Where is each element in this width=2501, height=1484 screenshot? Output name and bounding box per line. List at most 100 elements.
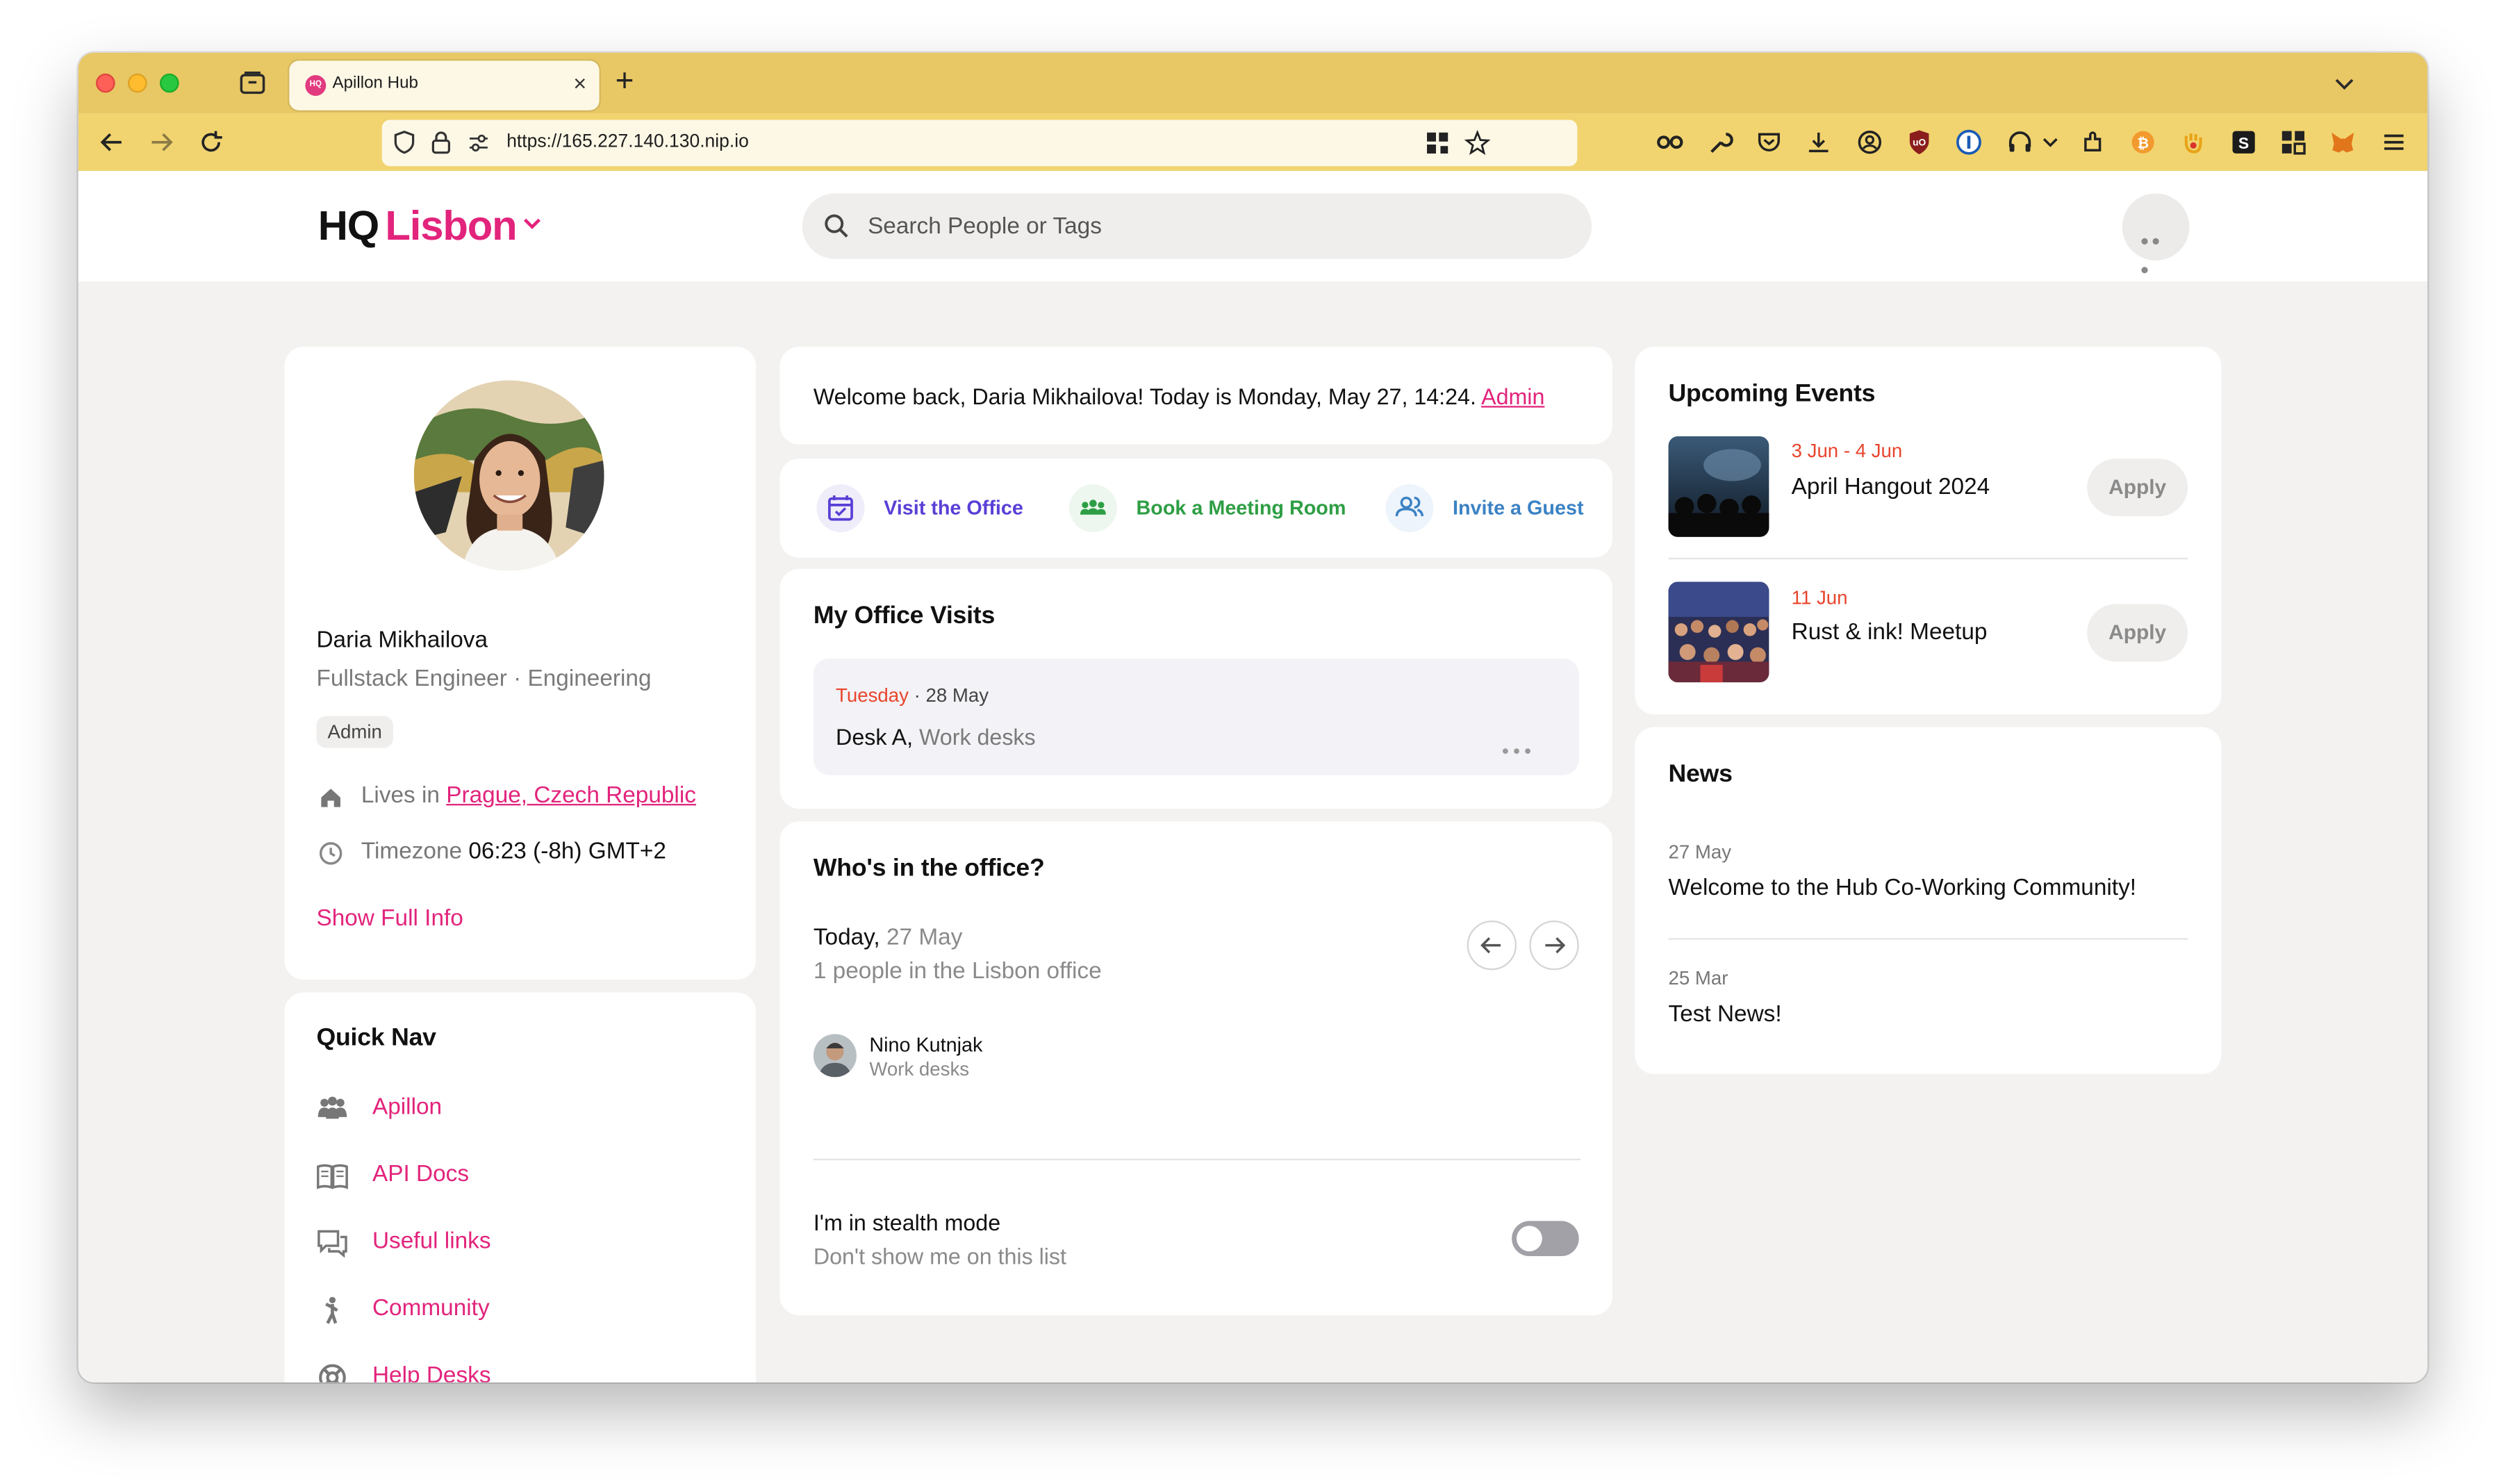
- visit-day: Tuesday: [836, 684, 909, 707]
- profile-avatar[interactable]: [413, 380, 604, 571]
- svg-text:uO: uO: [1913, 137, 1926, 147]
- metamask-fox-icon[interactable]: [2329, 128, 2357, 156]
- favicon-icon: HQ: [305, 75, 327, 97]
- headphones-icon[interactable]: [2006, 128, 2034, 156]
- event-image[interactable]: [1668, 582, 1769, 683]
- reload-icon[interactable]: [197, 128, 225, 156]
- wrench-icon[interactable]: [1705, 128, 1733, 156]
- divider: [813, 1158, 1580, 1161]
- app-header: HQ Lisbon: [78, 171, 2428, 281]
- toggle-knob: [1516, 1226, 1542, 1252]
- whos-in-date: Today, 27 May: [814, 925, 963, 951]
- lives-in: Lives in Prague, Czech Republic: [361, 783, 696, 809]
- chevron-down-icon[interactable]: [2331, 70, 2357, 96]
- chevron-down-icon[interactable]: [2040, 128, 2060, 156]
- lives-location-link[interactable]: Prague, Czech Republic: [446, 783, 696, 809]
- stealth-mode-toggle[interactable]: [1512, 1221, 1579, 1257]
- news-item-title[interactable]: Welcome to the Hub Co-Working Community!: [1669, 876, 2137, 902]
- news-item-title[interactable]: Test News!: [1669, 1002, 1782, 1028]
- account-icon[interactable]: [1856, 128, 1884, 156]
- hamburger-menu-icon[interactable]: [2379, 128, 2408, 156]
- location-switcher[interactable]: HQ Lisbon: [318, 201, 543, 251]
- today-date: 27 May: [886, 925, 963, 951]
- tab-title: Apillon Hub: [332, 73, 418, 93]
- person-entry[interactable]: Nino Kutnjak Work desks: [813, 1031, 1133, 1080]
- welcome-message: Welcome back, Daria Mikhailova! Today is…: [814, 384, 1545, 409]
- quick-nav-card: Quick Nav Apillon API Docs Useful links …: [284, 992, 757, 1383]
- stealth-mode-subtitle: Don't show me on this list: [813, 1243, 1066, 1269]
- password-manager-icon[interactable]: [1954, 128, 1983, 156]
- chat-icon: [317, 1230, 347, 1258]
- quick-actions-card: Visit the Office Book a Meeting Room Inv…: [779, 459, 1613, 558]
- apply-button[interactable]: Apply: [2087, 604, 2188, 662]
- search-input[interactable]: [868, 193, 1571, 259]
- event-date: 11 Jun: [1791, 586, 1848, 609]
- close-window-button[interactable]: [96, 73, 115, 93]
- shield-icon[interactable]: [392, 129, 418, 155]
- event-name[interactable]: Rust & ink! Meetup: [1792, 620, 1988, 646]
- apply-button[interactable]: Apply: [2087, 459, 2188, 516]
- grid-apps-icon[interactable]: [2279, 128, 2307, 156]
- role-badge: Admin: [316, 716, 393, 748]
- visit-area: Work desks: [918, 724, 1036, 750]
- ublock-icon[interactable]: uO: [1905, 128, 1933, 156]
- news-title: News: [1668, 760, 1733, 789]
- arrow-right-icon: [1545, 937, 1566, 954]
- previous-day-button[interactable]: [1467, 920, 1517, 971]
- more-dots-icon: [2141, 224, 2170, 274]
- glasses-icon[interactable]: [1656, 128, 1684, 156]
- event-name[interactable]: April Hangout 2024: [1792, 475, 1990, 500]
- profile-role: Fullstack Engineer · Engineering: [316, 666, 652, 693]
- close-tab-icon[interactable]: ×: [573, 70, 586, 96]
- office-visits-card: My Office Visits Tuesday · 28 May Desk A…: [779, 568, 1613, 809]
- maximize-window-button[interactable]: [160, 73, 179, 93]
- s-extension-icon[interactable]: S: [2229, 128, 2258, 156]
- people-count: 1 people in the Lisbon office: [813, 959, 1102, 984]
- welcome-card: Welcome back, Daria Mikhailova! Today is…: [779, 347, 1613, 445]
- new-tab-button[interactable]: +: [616, 65, 634, 97]
- next-day-button[interactable]: [1529, 920, 1579, 971]
- coin-icon[interactable]: ₿: [2129, 128, 2157, 156]
- url-text[interactable]: https://165.227.140.130.nip.io: [506, 133, 749, 152]
- hand-icon[interactable]: [2178, 128, 2206, 156]
- visit-location: Desk A, Work desks: [836, 724, 1036, 750]
- timezone-label: Timezone: [361, 839, 463, 865]
- quick-nav-label: API Docs: [372, 1162, 469, 1188]
- page-content: HQ Lisbon Search People or Tags Daria Mi…: [78, 171, 2428, 1383]
- minimize-window-button[interactable]: [128, 73, 147, 93]
- lock-icon[interactable]: [428, 129, 454, 155]
- action-label: Visit the Office: [884, 497, 1023, 520]
- bookmark-star-icon[interactable]: [1464, 129, 1491, 156]
- forward-arrow-icon[interactable]: [147, 128, 176, 156]
- search-bar[interactable]: [802, 193, 1592, 259]
- permissions-icon[interactable]: [467, 131, 491, 156]
- office-visits-title: My Office Visits: [813, 602, 996, 630]
- more-options-button[interactable]: [2122, 193, 2190, 274]
- welcome-text: Welcome back, Daria Mikhailova! Today is…: [813, 384, 1476, 409]
- visit-options-icon[interactable]: [1502, 734, 1534, 755]
- action-label: Book a Meeting Room: [1136, 497, 1346, 520]
- divider: [1668, 938, 2188, 940]
- tab-overview-icon[interactable]: [238, 69, 267, 97]
- extensions-icon[interactable]: [2079, 128, 2108, 156]
- download-icon[interactable]: [1804, 128, 1833, 156]
- svg-text:₿: ₿: [2137, 135, 2149, 151]
- search-icon: [825, 214, 848, 238]
- book-icon: [317, 1164, 348, 1189]
- chevron-down-icon: [524, 218, 541, 229]
- event-image[interactable]: [1668, 436, 1769, 537]
- admin-link[interactable]: Admin: [1481, 384, 1544, 409]
- visit-entry[interactable]: Tuesday · 28 May Desk A, Work desks: [813, 658, 1579, 775]
- show-full-info-link[interactable]: Show Full Info: [316, 906, 463, 932]
- browser-tab[interactable]: HQ Apillon Hub ×: [289, 60, 600, 110]
- logo-city: Lisbon: [385, 201, 517, 249]
- visit-date-text: · 28 May: [914, 684, 989, 707]
- logo-hq: HQ: [317, 201, 380, 249]
- team-icon: [317, 1096, 347, 1119]
- profile-card: Daria Mikhailova Fullstack Engineer · En…: [284, 347, 757, 980]
- back-arrow-icon[interactable]: [97, 128, 126, 156]
- timezone-value: 06:23 (-8h) GMT+2: [468, 839, 666, 865]
- pocket-icon[interactable]: [1755, 128, 1783, 156]
- qr-code-icon[interactable]: [1426, 131, 1450, 156]
- address-bar[interactable]: https://165.227.140.130.nip.io: [381, 119, 1578, 167]
